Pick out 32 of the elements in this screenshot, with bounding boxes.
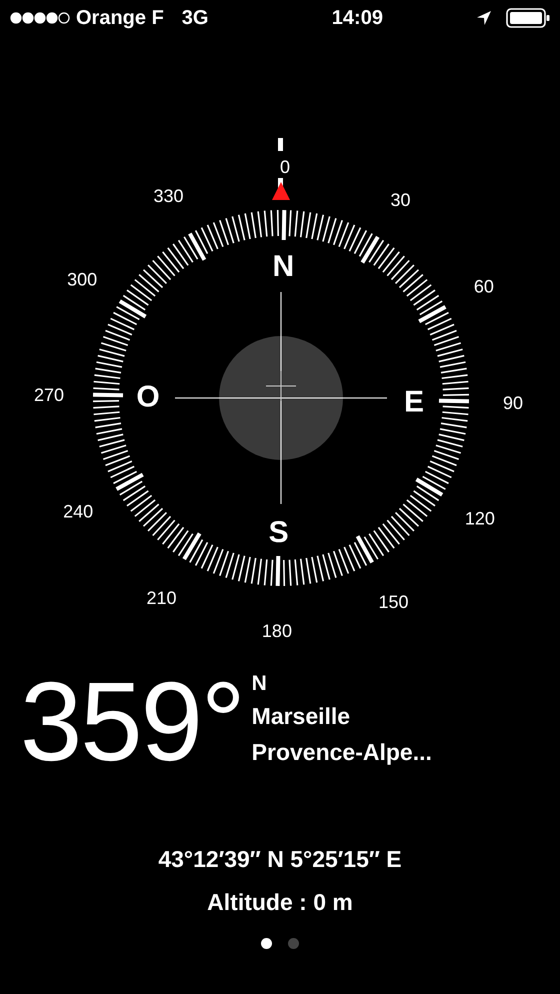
degree-label: 180 xyxy=(262,620,292,641)
degree-label: 270 xyxy=(34,384,64,405)
degree-label: 210 xyxy=(146,588,177,608)
cardinal-letter: N xyxy=(272,250,294,284)
page-dot[interactable] xyxy=(261,938,272,949)
battery-icon xyxy=(506,8,550,28)
heading-direction: N xyxy=(252,671,268,697)
degree-label: 150 xyxy=(378,592,408,612)
degree-label: 120 xyxy=(464,508,495,528)
status-time: 14:09 xyxy=(332,6,384,30)
degree-label: 0 xyxy=(280,157,290,178)
degree-label: 330 xyxy=(154,186,184,206)
heading-degrees: 359° xyxy=(20,666,244,778)
level-cross-drawing xyxy=(266,370,296,402)
degree-label: 240 xyxy=(63,501,94,522)
north-triangle-icon xyxy=(272,182,290,200)
location-arrow-icon xyxy=(476,10,492,26)
altitude-text: Altitude : 0 m xyxy=(206,889,354,916)
region-name: Provence-Alpe... xyxy=(252,738,432,767)
degree-label: 90 xyxy=(502,393,523,414)
coordinates-text: 43°12′39″ N 5°25′15″ E xyxy=(157,846,403,873)
cardinal-letter: O xyxy=(136,380,160,414)
signal-icon xyxy=(10,12,70,24)
degree-label: 60 xyxy=(474,276,494,297)
page-dot[interactable] xyxy=(288,938,299,949)
cardinal-letter: S xyxy=(268,516,289,549)
cardinal-letter: E xyxy=(404,385,424,418)
degree-label: 300 xyxy=(67,270,98,290)
carrier-name: Orange F xyxy=(76,6,164,30)
city-name: Marseille xyxy=(252,702,352,731)
degree-label: 30 xyxy=(390,190,410,210)
network-type: 3G xyxy=(182,6,210,30)
